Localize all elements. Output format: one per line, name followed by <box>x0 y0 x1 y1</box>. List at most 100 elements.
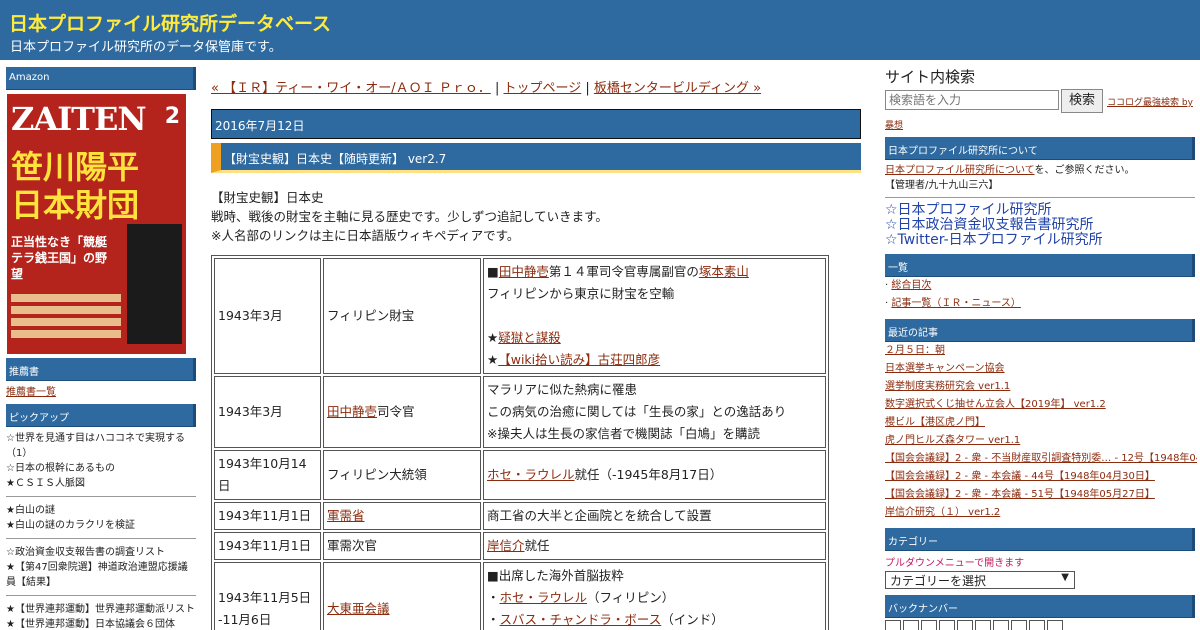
about-link[interactable]: 日本プロファイル研究所について <box>885 165 1035 176</box>
search-credit-link[interactable]: ココログ最強検索 by <box>1107 95 1193 108</box>
post-title: 【財宝史観】日本史【随時更新】 ver2.7 <box>211 143 861 173</box>
detail-link[interactable]: ホセ・ラウレル <box>500 590 588 605</box>
detail-prefix: ■ <box>487 264 499 279</box>
top-page-link[interactable]: トップページ <box>504 81 582 96</box>
calendar-cell[interactable] <box>885 620 901 630</box>
recent-posts-list: ２月５日：朝 日本選挙キャンペーン協会 選挙制度実務研究会 ver1.1 数字選択式く… <box>885 342 1197 522</box>
intro-line: 戦時、戦後の財宝を主軸に見る歴史です。少しずつ追記していきます。 <box>211 209 608 224</box>
detail-line: 岸信介就任 <box>487 535 822 557</box>
index-link[interactable]: 総合目次 <box>891 280 931 291</box>
calendar-cell[interactable] <box>903 620 919 630</box>
site-title[interactable]: 日本プロファイル研究所データベース <box>9 9 331 36</box>
post-navigation: « 【ＩＲ】ティー・ワイ・オー/ＡＯＩ Ｐｒｏ． | トップページ | 板橋セン… <box>211 80 861 98</box>
backnumber-heading: バックナンバー <box>885 595 1195 618</box>
row-detail: ■田中静壱第１４軍司令官専属副官の塚本素山 フィリピンから東京に財宝を空輸 ★疑獄… <box>483 258 826 374</box>
detail-line: ・スバス・チャンドラ・ボース（インド） <box>487 609 822 630</box>
next-post-link[interactable]: 板橋センタービルディング » <box>594 81 761 96</box>
external-link[interactable]: ☆日本政治資金収支報告書研究所 <box>885 218 1197 233</box>
search-form: 検索 ココログ最強検索 by <box>885 89 1197 113</box>
calendar-cell[interactable] <box>921 620 937 630</box>
detail-text: 就任（-1945年8月17日） <box>574 467 723 482</box>
external-links: ☆日本プロファイル研究所 ☆日本政治資金収支報告書研究所 ☆Twitter-日本… <box>885 203 1197 248</box>
detail-link[interactable]: 岸信介 <box>487 538 525 553</box>
row-subject: 軍需次官 <box>323 532 481 560</box>
calendar-cell[interactable] <box>1011 620 1027 630</box>
pickup-item[interactable]: ☆世界を見通す目はハココネで実現する（1） <box>6 431 196 461</box>
table-row: 1943年11月5日 -11月6日 大東亜会議 ■出席した海外首脳抜粋 ・ホセ・ラウレル… <box>214 562 826 630</box>
recent-post-link[interactable]: 櫻ビル【港区虎ノ門】 <box>885 414 1197 432</box>
pickup-item[interactable]: ★ＣＳＩＳ人脈図 <box>6 476 196 491</box>
external-link[interactable]: ☆Twitter-日本プロファイル研究所 <box>885 233 1197 248</box>
about-heading: 日本プロファイル研究所について <box>885 137 1195 160</box>
cover-headline: 笹川陽平日本財団 <box>11 148 140 224</box>
prev-post-link[interactable]: « 【ＩＲ】ティー・ワイ・オー/ＡＯＩ Ｐｒｏ． <box>211 81 491 96</box>
row-subject: フィリピン財宝 <box>323 258 481 374</box>
recommend-list-link[interactable]: 推薦書一覧 <box>6 387 56 398</box>
recent-post-link[interactable]: ２月５日：朝 <box>885 342 1197 360</box>
table-row: 1943年3月 田中静壱司令官 マラリアに似た熱病に罹患 この病気の治癒に関しては「生… <box>214 376 826 448</box>
detail-line: ■出席した海外首脳抜粋 <box>487 568 624 583</box>
pickup-item[interactable]: ★【第47回衆院選】神道政治連盟応援議員【結果】 <box>6 560 196 590</box>
detail-line: ※操夫人は生長の家信者で機関誌「白鳩」を購読 <box>487 426 760 441</box>
pickup-item[interactable]: ★【世界連邦運動】世界連邦運動派リスト <box>6 602 196 617</box>
calendar-cell[interactable] <box>975 620 991 630</box>
calendar-cell[interactable] <box>1047 620 1063 630</box>
detail-line: マラリアに似た熱病に罹患 <box>487 382 638 397</box>
detail-link[interactable]: 塚本素山 <box>699 264 749 279</box>
recent-post-link[interactable]: 虎ノ門ヒルズ森タワー ver1.1 <box>885 432 1197 450</box>
detail-link[interactable]: スバス・チャンドラ・ボース <box>500 612 662 627</box>
category-note: プルダウンメニューで開きます <box>885 558 1025 569</box>
pickup-item[interactable]: ☆日本の根幹にあるもの <box>6 461 196 476</box>
calendar-cell[interactable] <box>993 620 1009 630</box>
subject-link[interactable]: 田中静壱 <box>327 404 377 419</box>
pickup-item[interactable]: ★白山の謎 <box>6 503 196 518</box>
subject-link[interactable]: 軍需省 <box>327 508 365 523</box>
row-date-line: 1943年11月5日 <box>218 590 312 605</box>
detail-prefix: ・ <box>487 612 500 627</box>
recent-post-link[interactable]: 【国会会議録】2 - 衆 - 不当財産取引調査特別委… - 12号【1948年0… <box>885 450 1197 468</box>
cover-side-band <box>127 224 182 344</box>
detail-line: ★【wiki拾い読み】古荘四郎彦 <box>487 349 822 371</box>
category-select[interactable]: カテゴリーを選択 ▼ <box>885 571 1075 589</box>
site-search-title: サイト内検索 <box>885 68 976 86</box>
index-link[interactable]: 記事一覧（ＩＲ・ニュース） <box>891 298 1021 309</box>
row-subject: フィリピン大統領 <box>323 450 481 500</box>
detail-line: ★疑獄と謀殺 <box>487 327 822 349</box>
cover-text-lines <box>11 294 121 342</box>
pickup-list: ☆世界を見通す目はハココネで実現する（1） ☆日本の根幹にあるもの ★ＣＳＩＳ人… <box>6 427 196 630</box>
index-list: · 総合目次 · 記事一覧（ＩＲ・ニュース） <box>885 280 1021 309</box>
detail-link[interactable]: 田中静壱 <box>499 264 549 279</box>
about-text: 日本プロファイル研究所についてを、ご参照ください。 【管理者/九十九山三六】 <box>885 160 1197 193</box>
recent-post-link[interactable]: 選挙制度実務研究会 ver1.1 <box>885 378 1197 396</box>
calendar-cell[interactable] <box>939 620 955 630</box>
detail-prefix: ・ <box>487 590 500 605</box>
recent-post-link[interactable]: 数字選択式くじ抽せん立会人【2019年】 ver1.2 <box>885 396 1197 414</box>
pickup-item[interactable]: ★白山の謎のカラクリを検証 <box>6 518 196 533</box>
search-credit-author[interactable]: 暴想 <box>885 118 1197 131</box>
recent-post-link[interactable]: 【国会会議録】2 - 衆 - 本会議 - 51号【1948年05月27日】 <box>885 486 1197 504</box>
intro-line: ※人名部のリンクは主に日本語版ウィキペディアです。 <box>211 228 520 243</box>
pickup-item[interactable]: ☆政治資金収支報告書の調査リスト <box>6 545 196 560</box>
calendar-cell[interactable] <box>1029 620 1045 630</box>
search-button[interactable]: 検索 <box>1061 89 1103 113</box>
recent-post-link[interactable]: 日本選挙キャンペーン協会 <box>885 360 1197 378</box>
row-date: 1943年10月14日 <box>214 450 321 500</box>
recommend-heading: 推薦書 <box>6 358 196 381</box>
detail-prefix: ★ <box>487 330 499 345</box>
external-link[interactable]: ☆日本プロファイル研究所 <box>885 203 1197 218</box>
recent-post-link[interactable]: 岸信介研究（１） ver1.2 <box>885 504 1197 522</box>
recent-post-link[interactable]: 【国会会議録】2 - 衆 - 本会議 - 44号【1948年04月30日】 <box>885 468 1197 486</box>
book-cover-image[interactable]: ZAITEN 2 笹川陽平日本財団 正当性なき「競艇テラ銭王国」の野望 <box>7 94 186 354</box>
search-input[interactable] <box>885 90 1059 110</box>
subject-link[interactable]: 大東亜会議 <box>327 601 390 616</box>
detail-link[interactable]: ホセ・ラウレル <box>487 467 575 482</box>
right-sidebar: サイト内検索 検索 ココログ最強検索 by 暴想 日本プロファイル研究所について… <box>885 67 1197 630</box>
pickup-item[interactable]: ★【世界連邦運動】日本協議会６団体 <box>6 617 196 630</box>
divider <box>6 496 196 497</box>
category-heading: カテゴリー <box>885 528 1195 551</box>
category-select-value: カテゴリーを選択 <box>890 574 987 588</box>
detail-link[interactable]: 【wiki拾い読み】古荘四郎彦 <box>498 352 660 367</box>
detail-link[interactable]: 疑獄と謀殺 <box>498 330 561 345</box>
calendar-cell[interactable] <box>957 620 973 630</box>
divider <box>6 538 196 539</box>
